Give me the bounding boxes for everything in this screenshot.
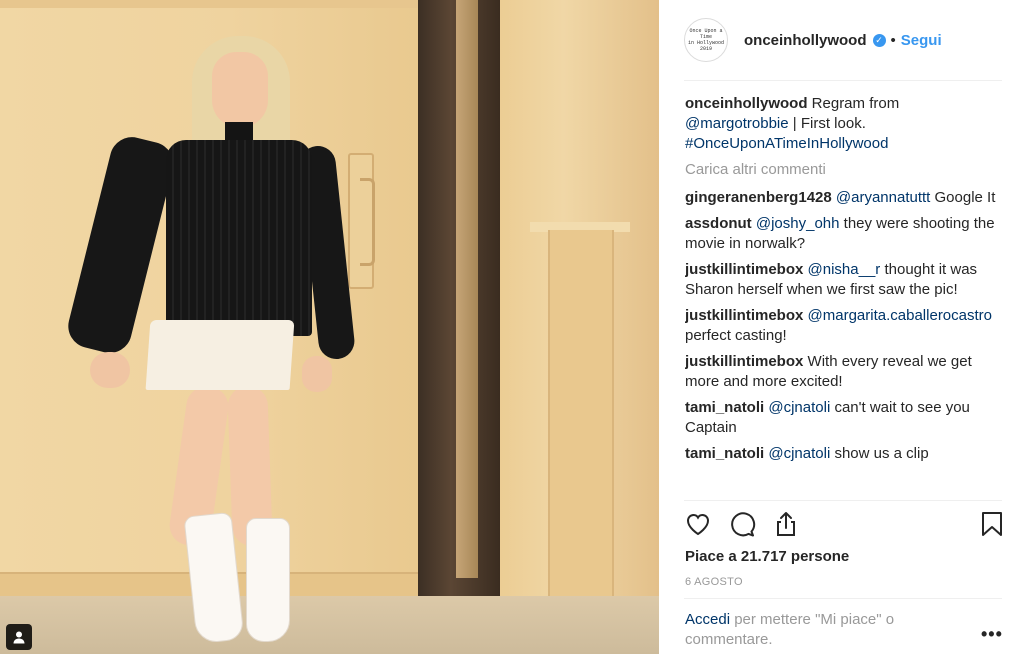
footer-divider — [684, 598, 1002, 599]
caption-text-1: Regram from — [811, 95, 900, 112]
comment-item: gingeranenberg1428 @aryannatuttt Google … — [685, 188, 1005, 208]
comment-text: Google It — [934, 189, 996, 206]
comment-icon[interactable] — [728, 510, 756, 538]
post-header: Once Upon a Time in Hollywood 2019 oncei… — [684, 14, 1002, 66]
caption-username[interactable]: onceinhollywood — [685, 95, 808, 112]
avatar-line-1: Once Upon a Time — [689, 28, 723, 40]
caption: onceinhollywood Regram from @margotrobbi… — [685, 94, 1005, 154]
post-photo[interactable] — [0, 0, 659, 654]
instagram-post: Once Upon a Time in Hollywood 2019 oncei… — [0, 0, 1024, 654]
account-avatar[interactable]: Once Upon a Time in Hollywood 2019 — [684, 18, 728, 62]
comment-item: justkillintimebox @margarita.caballeroca… — [685, 306, 1005, 346]
actions-divider — [684, 500, 1002, 501]
follow-button[interactable]: Segui — [901, 32, 942, 49]
comment-username[interactable]: gingeranenberg1428 — [685, 189, 832, 206]
comment-username[interactable]: justkillintimebox — [685, 353, 803, 370]
comment-username[interactable]: tami_natoli — [685, 399, 764, 416]
share-icon[interactable] — [772, 510, 800, 538]
comment-item: tami_natoli @cjnatoli can't wait to see … — [685, 398, 1005, 438]
photo-doorway — [418, 0, 500, 598]
account-username[interactable]: onceinhollywood — [744, 32, 867, 49]
caption-mention[interactable]: @margotrobbie — [685, 115, 789, 132]
caption-text-2: | First look. — [792, 115, 866, 132]
post-sidebar: Once Upon a Time in Hollywood 2019 oncei… — [659, 0, 1024, 654]
verified-badge-icon: ✓ — [872, 33, 886, 47]
header-separator: • — [890, 31, 896, 49]
comment-mention[interactable]: @margarita.caballerocastro — [808, 307, 992, 324]
action-bar — [684, 510, 1004, 542]
comment-mention[interactable]: @cjnatoli — [768, 399, 830, 416]
comment-username[interactable]: tami_natoli — [685, 445, 764, 462]
comment-item: justkillintimebox With every reveal we g… — [685, 352, 1005, 392]
comment-username[interactable]: justkillintimebox — [685, 261, 803, 278]
heart-icon[interactable] — [684, 510, 712, 538]
comment-mention[interactable]: @nisha__r — [808, 261, 881, 278]
bookmark-icon[interactable] — [978, 510, 1006, 538]
photo-wall — [500, 0, 659, 598]
login-prompt: Accedi per mettere "Mi piace" o commenta… — [685, 610, 965, 650]
photo-person — [63, 30, 357, 645]
comments-list[interactable]: onceinhollywood Regram from @margotrobbi… — [685, 94, 1005, 496]
comment-text: show us a clip — [834, 445, 929, 462]
comment-item: tami_natoli @cjnatoli show us a clip — [685, 444, 1005, 464]
post-date[interactable]: 6 agosto — [685, 576, 743, 588]
likes-count[interactable]: Piace a 21.717 persone — [685, 548, 849, 565]
caption-hashtag[interactable]: #OnceUponATimeInHollywood — [685, 135, 888, 152]
comment-item: assdonut @joshy_ohh they were shooting t… — [685, 214, 1005, 254]
comment-mention[interactable]: @cjnatoli — [768, 445, 830, 462]
avatar-line-3: 2019 — [699, 46, 712, 52]
comment-username[interactable]: assdonut — [685, 215, 752, 232]
comment-mention[interactable]: @joshy_ohh — [756, 215, 840, 232]
comment-username[interactable]: justkillintimebox — [685, 307, 803, 324]
comment-mention[interactable]: @aryannatuttt — [836, 189, 930, 206]
header-divider — [684, 80, 1002, 81]
comment-item: justkillintimebox @nisha__r thought it w… — [685, 260, 1005, 300]
comment-text: perfect casting! — [685, 327, 787, 344]
load-more-comments-button[interactable]: Carica altri commenti — [685, 160, 1005, 180]
user-tag-icon[interactable] — [6, 624, 32, 650]
more-options-button[interactable]: ••• — [981, 624, 1003, 645]
login-link[interactable]: Accedi — [685, 611, 730, 628]
